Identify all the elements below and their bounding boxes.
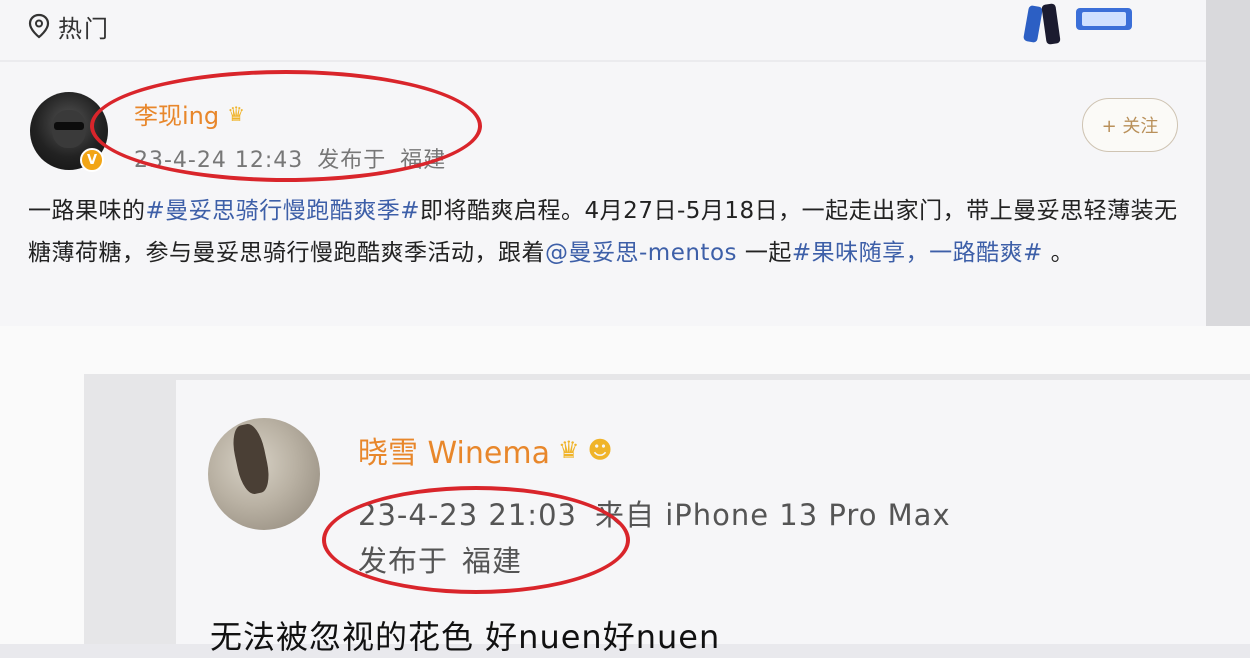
follow-button[interactable]: + 关注 [1082, 98, 1178, 152]
username[interactable]: 晓雪 Winema ♛ ☻ [358, 428, 613, 472]
post-source: 来自 iPhone 13 Pro Max [594, 498, 951, 532]
hashtag-link[interactable]: #曼妥思骑行慢跑酷爽季# [146, 198, 421, 224]
post-text-part: 。 [1042, 240, 1075, 266]
verified-badge-icon: V [80, 148, 104, 172]
avatar-glasses [54, 122, 84, 130]
mention-link[interactable]: @曼妥思-mentos [545, 240, 737, 266]
emoji-badge-icon: ☻ [587, 436, 613, 464]
username-text: 晓雪 Winema [358, 436, 550, 471]
post-text: 无法被忽视的花色 好nuen好nuen [210, 618, 721, 656]
annotation-circle [90, 70, 482, 182]
divider [0, 60, 1206, 62]
location-pin-icon [28, 13, 50, 39]
hot-label: 热门 [58, 14, 110, 43]
hot-header: 热门 [28, 8, 110, 44]
annotation-circle [322, 486, 630, 594]
post-text-part: 一起 [737, 240, 792, 266]
scrollbar-track [1206, 0, 1250, 326]
avatar[interactable] [208, 418, 320, 530]
avatar-figure [229, 421, 273, 497]
post-text-part: 一路果味的 [28, 198, 146, 224]
hashtag-link[interactable]: #果味随享，一路酷爽# [792, 240, 1043, 266]
crown-icon: ♛ [557, 436, 580, 464]
decoration-sticker-icon [1023, 3, 1132, 45]
post-text: 一路果味的#曼妥思骑行慢跑酷爽季#即将酷爽启程。4月27日-5月18日，一起走出… [28, 190, 1188, 274]
